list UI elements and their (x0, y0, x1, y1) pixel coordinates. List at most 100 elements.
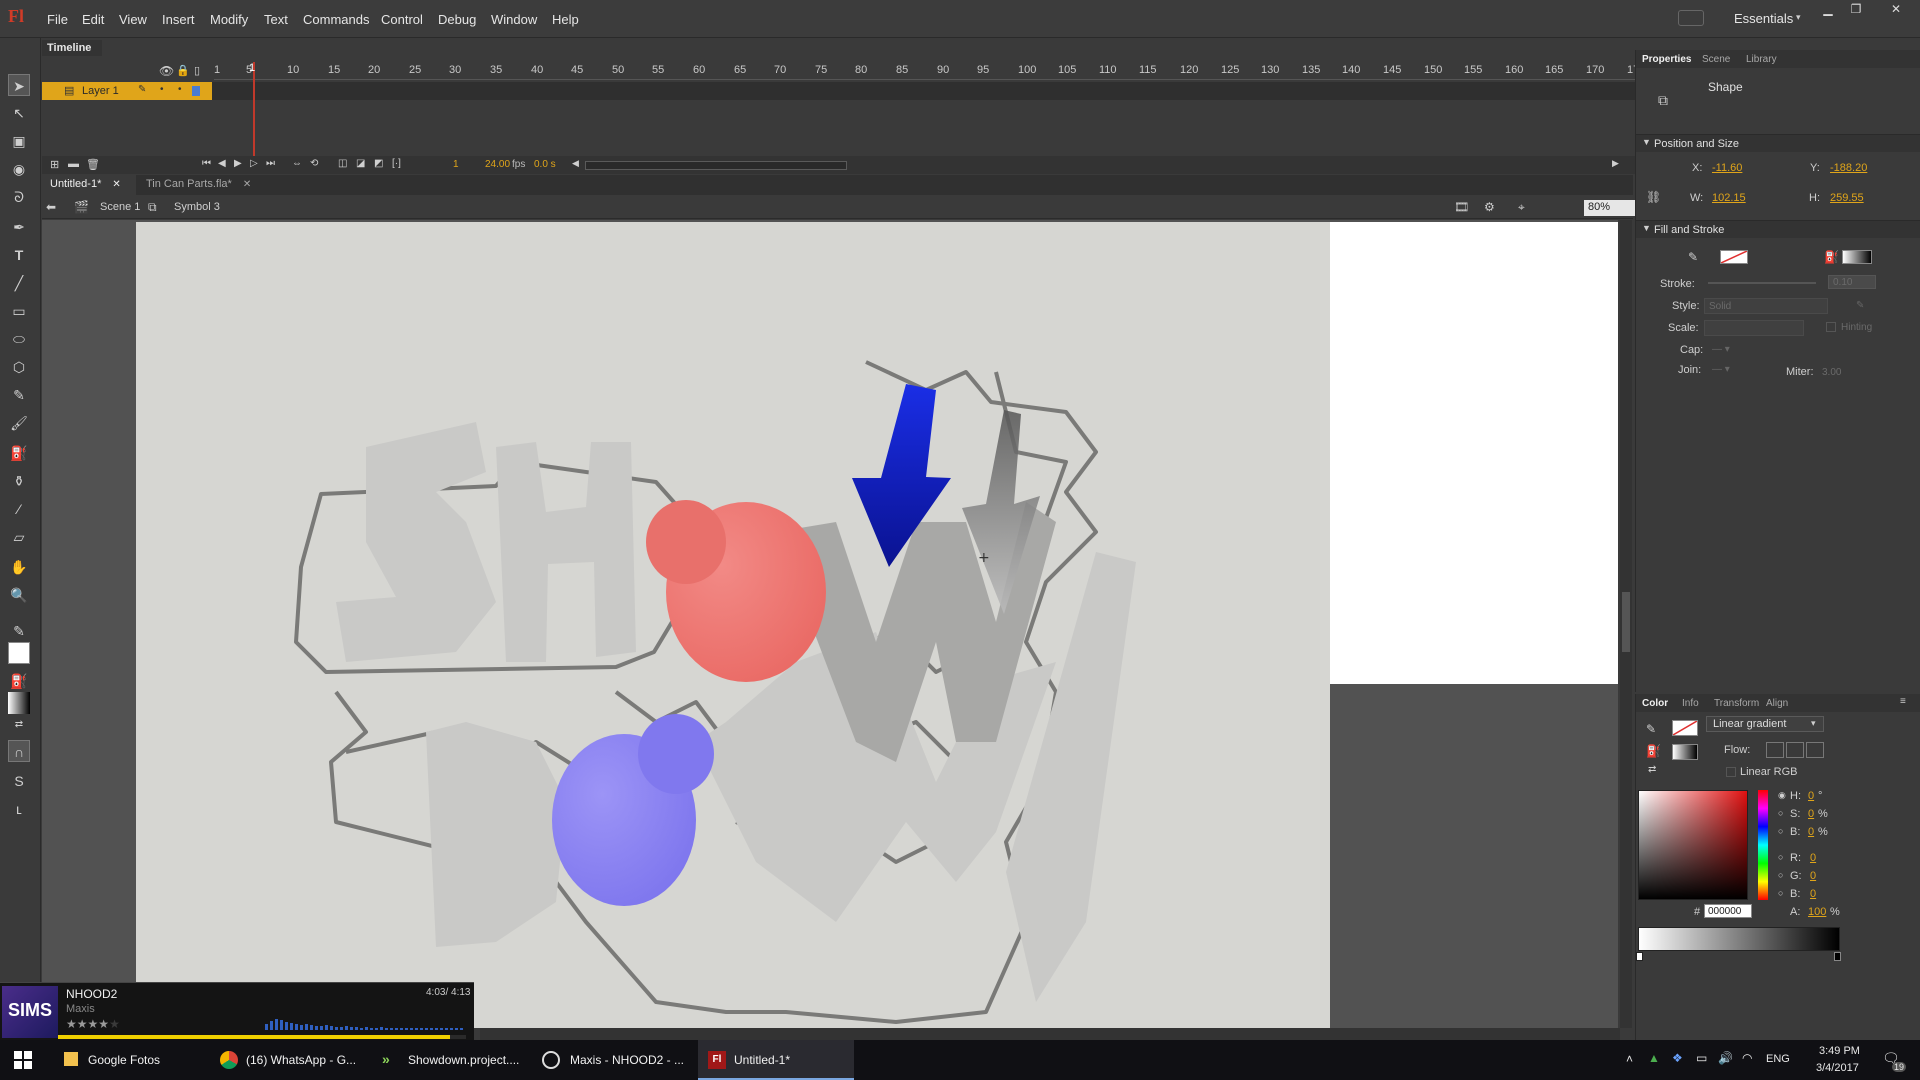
no-color-swatch-icon[interactable] (8, 642, 30, 664)
track-progress-bar[interactable] (58, 1035, 466, 1039)
scrollbar-thumb[interactable] (1622, 592, 1630, 652)
s-radio[interactable]: ○ (1778, 808, 1783, 818)
taskbar-item-whatsapp[interactable]: (16) WhatsApp - G... (216, 1040, 366, 1080)
g-field[interactable]: 0 (1810, 870, 1816, 882)
gradient-stop-black[interactable] (1834, 952, 1841, 961)
straighten-icon[interactable]: ʟ (8, 798, 30, 820)
blue-sphere-small[interactable] (638, 714, 714, 794)
restore-button[interactable]: ❐ (1843, 2, 1869, 20)
b-field[interactable]: 0 (1808, 826, 1814, 838)
blue-field[interactable]: 0 (1810, 888, 1816, 900)
fill-type-select[interactable]: Linear gradient ▾ (1706, 716, 1824, 732)
tab-library[interactable]: Library (1746, 54, 1777, 65)
tab-transform[interactable]: Transform (1714, 698, 1759, 709)
lasso-tool-icon[interactable]: ᘐ (8, 186, 30, 208)
style-select[interactable]: Solid (1704, 298, 1828, 314)
taskbar-item-flash[interactable]: Fl Untitled-1* (698, 1040, 854, 1080)
back-arrow-icon[interactable]: ⬅ (46, 200, 56, 214)
pencil-tool-icon[interactable]: ✎ (8, 384, 30, 406)
center-stage-icon[interactable]: ⌖ (1518, 200, 1525, 215)
section-fill-stroke[interactable]: Fill and Stroke (1636, 220, 1920, 238)
sketch-paper-bitmap[interactable]: + (136, 222, 1330, 1028)
menu-commands[interactable]: Commands (303, 12, 369, 27)
pen-tool-icon[interactable]: ✒ (8, 216, 30, 238)
tab-align[interactable]: Align (1766, 698, 1788, 709)
outline-icon[interactable]: ▯ (194, 64, 200, 77)
layer-color-icon[interactable] (192, 86, 200, 96)
text-tool-icon[interactable]: T (8, 244, 30, 266)
language-indicator[interactable]: ENG (1766, 1053, 1790, 1065)
play-icon[interactable]: ▶ (234, 158, 242, 169)
scroll-right-icon[interactable]: ▶ (1612, 158, 1619, 169)
close-tab-icon[interactable]: ✕ (243, 179, 251, 190)
swap-colors-icon[interactable]: ⇄ (1648, 764, 1656, 775)
delete-layer-icon[interactable]: 🗑 (86, 158, 100, 171)
oval-tool-icon[interactable]: ⬭ (8, 328, 30, 350)
polystar-tool-icon[interactable]: ⬡ (8, 356, 30, 378)
media-player-mini[interactable]: SIMS NHOOD2 Maxis 4:03/ 4:13 ★★★★★ (0, 982, 474, 1040)
menu-insert[interactable]: Insert (162, 12, 195, 27)
taskbar-item-showdown[interactable]: » Showdown.project.... (378, 1040, 528, 1080)
tab-untitled-1[interactable]: Untitled-1* ✕ (42, 175, 136, 195)
h-radio[interactable]: ◉ (1778, 790, 1786, 801)
flow-reflect-button[interactable] (1786, 742, 1804, 758)
star-icon[interactable]: ★ (88, 1017, 99, 1031)
minimize-button[interactable]: ▁ (1815, 2, 1841, 20)
flow-repeat-button[interactable] (1806, 742, 1824, 758)
hand-tool-icon[interactable]: ✋ (8, 556, 30, 578)
linear-rgb-checkbox[interactable] (1726, 767, 1736, 777)
sync-settings-icon[interactable] (1678, 10, 1704, 26)
current-frame-field[interactable]: 1 (453, 159, 459, 170)
lock-icon[interactable]: 🔒 (176, 64, 190, 77)
menu-text[interactable]: Text (264, 12, 288, 27)
last-frame-icon[interactable]: ⏭ (266, 158, 275, 169)
battery-icon[interactable]: ▭ (1696, 1051, 1707, 1065)
miter-field[interactable]: 3.00 (1822, 367, 1841, 378)
tab-scene[interactable]: Scene (1702, 54, 1730, 65)
line-tool-icon[interactable]: ╱ (8, 272, 30, 294)
loop-icon[interactable]: ⟲ (310, 158, 318, 169)
tray-chevron-up-icon[interactable]: ˄ (1626, 1052, 1633, 1066)
panel-menu-icon[interactable]: ≡ (1900, 696, 1906, 707)
layer-name-cell[interactable]: ▤ Layer 1 ✎ • • (42, 82, 212, 100)
w-field[interactable]: 102.15 (1712, 192, 1746, 204)
selection-tool-icon[interactable]: ➤ (8, 74, 30, 96)
scale-select[interactable] (1704, 320, 1804, 336)
menu-edit[interactable]: Edit (82, 12, 104, 27)
g-radio[interactable]: ○ (1778, 870, 1783, 880)
y-field[interactable]: -188.20 (1830, 162, 1867, 174)
scroll-left-icon[interactable]: ◀ (572, 158, 579, 169)
volume-icon[interactable]: 🔊 (1718, 1051, 1733, 1065)
red-sphere-small[interactable] (646, 500, 726, 584)
first-frame-icon[interactable]: ⏮ (202, 158, 211, 169)
join-select[interactable]: — ▾ (1712, 364, 1730, 375)
h-field[interactable]: 0 (1808, 790, 1814, 802)
stage-canvas[interactable] (1330, 222, 1618, 684)
layer-name[interactable]: Layer 1 (82, 85, 119, 97)
rectangle-tool-icon[interactable]: ▭ (8, 300, 30, 322)
smooth-icon[interactable]: S (8, 770, 30, 792)
s-field[interactable]: 0 (1808, 808, 1814, 820)
free-transform-tool-icon[interactable]: ▣ (8, 130, 30, 152)
edit-scene-icon[interactable]: 🎞 (1454, 200, 1469, 214)
h-field[interactable]: 259.55 (1830, 192, 1864, 204)
timeline-tab[interactable]: Timeline (42, 40, 102, 56)
windows-start-icon[interactable] (14, 1051, 32, 1069)
fill-swatch[interactable] (1672, 744, 1698, 760)
star-icon[interactable]: ★ (77, 1017, 88, 1031)
gradient-stop-white[interactable] (1636, 952, 1643, 961)
new-folder-icon[interactable]: ▬ (68, 158, 79, 170)
eye-icon[interactable]: 👁 (159, 64, 174, 78)
star-icon[interactable]: ★ (66, 1017, 77, 1031)
fps-field[interactable]: 24.00 (485, 159, 510, 170)
dropbox-icon[interactable]: ❖ (1672, 1051, 1683, 1065)
stroke-color-icon[interactable]: ✎ (8, 620, 30, 642)
3d-rotation-tool-icon[interactable]: ◉ (8, 158, 30, 180)
step-back-icon[interactable]: ◀ (218, 158, 226, 169)
step-forward-icon[interactable]: ▷ (250, 158, 258, 169)
section-position-size[interactable]: Position and Size (1636, 134, 1920, 152)
new-layer-icon[interactable]: ⊞ (50, 158, 59, 171)
flow-extend-button[interactable] (1766, 742, 1784, 758)
stroke-width-field[interactable]: 0.10 (1828, 275, 1876, 289)
swap-colors-icon[interactable]: ⇄ (8, 714, 30, 736)
